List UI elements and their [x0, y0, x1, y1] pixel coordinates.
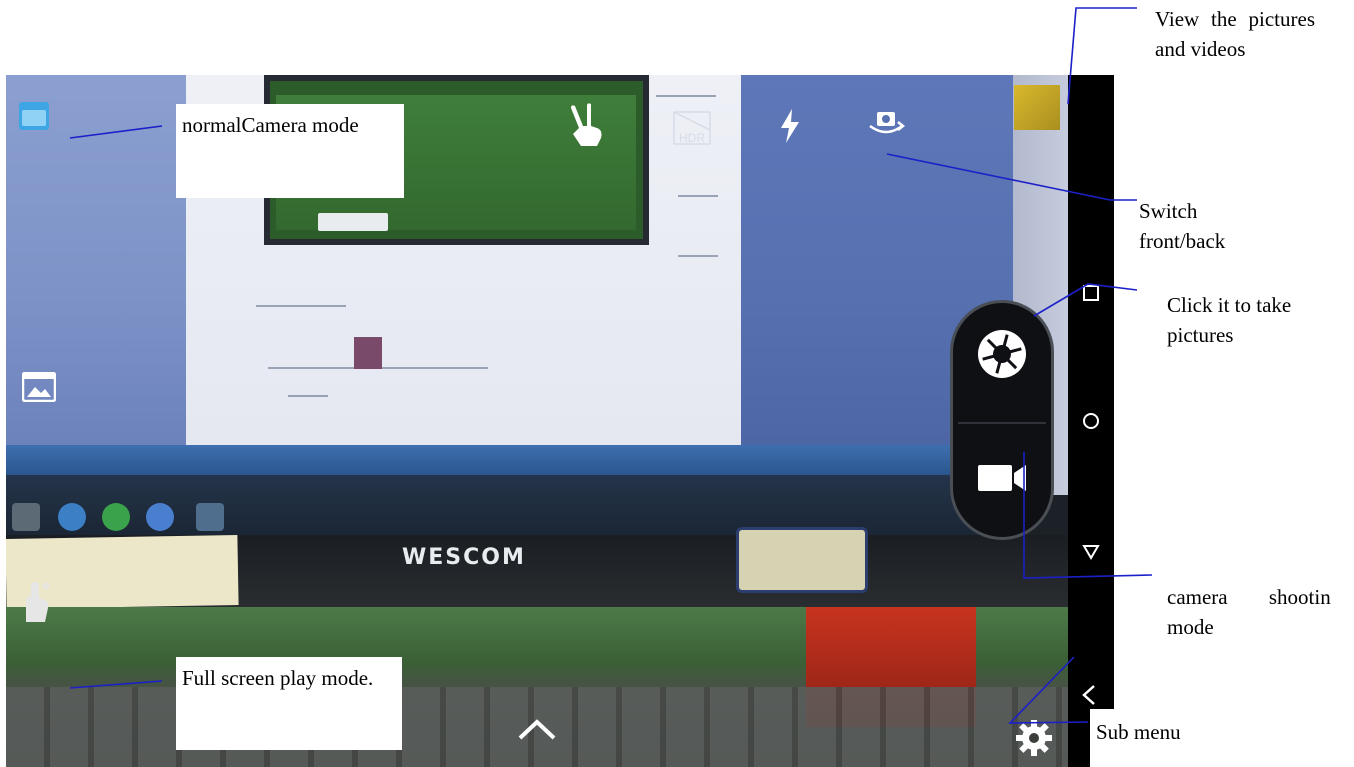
callout-view-pictures-videos: View the pictures and videos: [1155, 7, 1315, 61]
callout-sub-menu: Sub menu: [1090, 709, 1216, 767]
callout-switch-front-back: Switch front/back: [1139, 199, 1226, 253]
callout-camera-shooting-mode: camera shootin mode: [1167, 585, 1331, 639]
callout-normal-camera-mode: normalCamera mode: [176, 104, 404, 198]
callout-full-screen-play-mode: Full screen play mode.: [176, 657, 402, 750]
callout-take-pictures: Click it to take pictures: [1167, 293, 1292, 347]
